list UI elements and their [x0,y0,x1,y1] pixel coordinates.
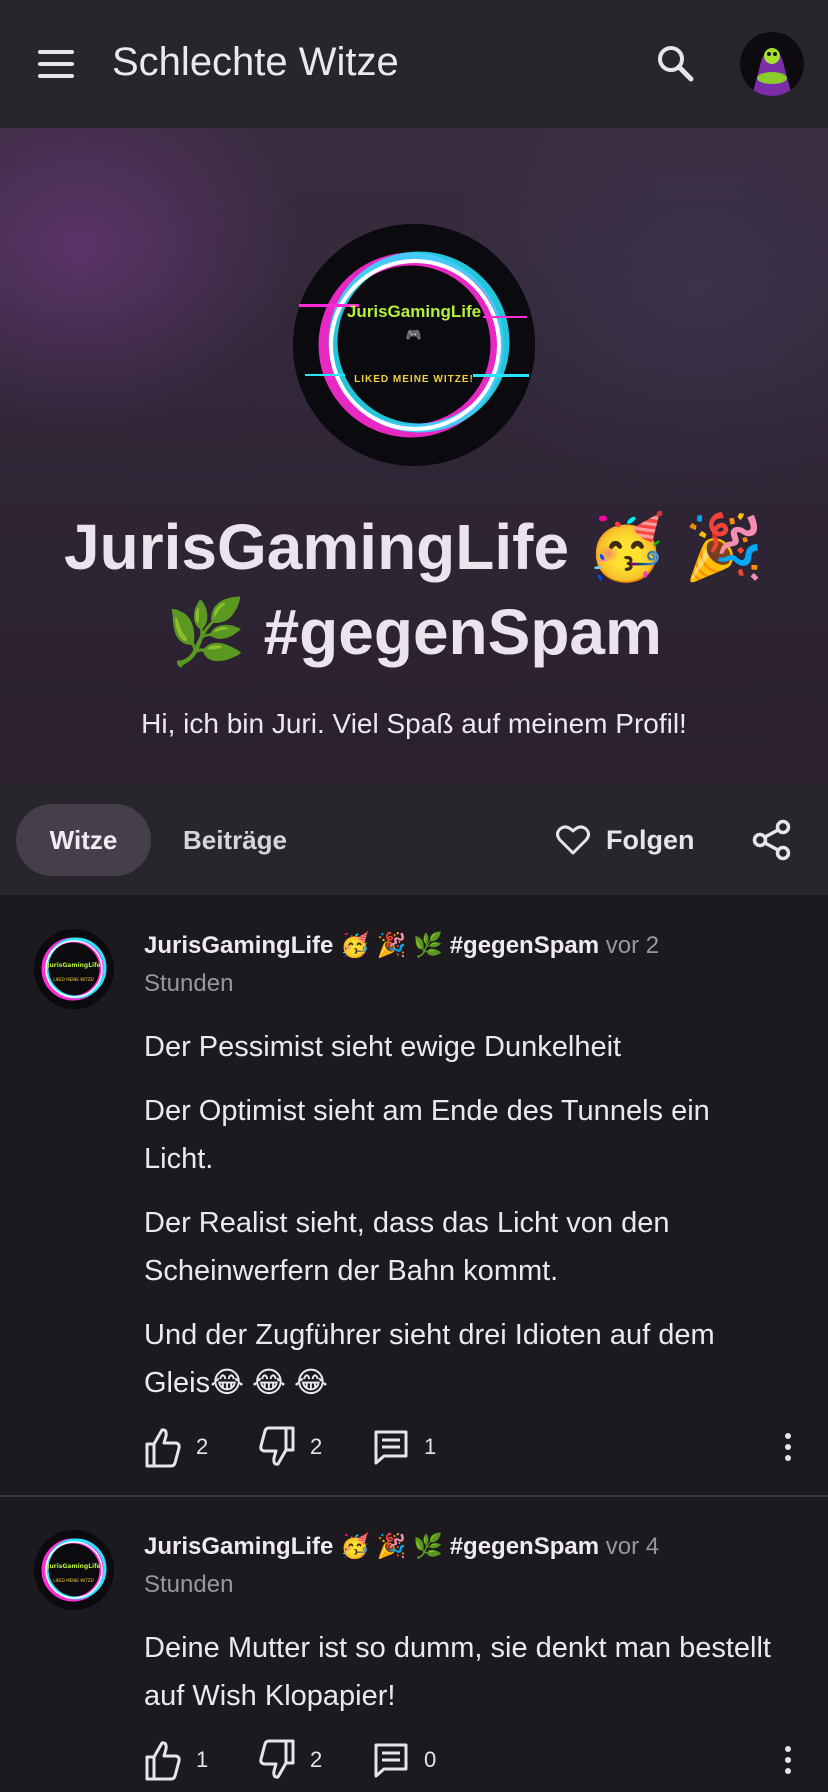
app-title: Schlechte Witze [112,40,399,84]
gamepad-icon: 🎮 [405,327,423,342]
post-paragraph: Und der Zugführer sieht drei Idioten auf… [144,1319,715,1399]
profile-bio: Hi, ich bin Juri. Viel Spaß auf meinem P… [141,708,687,739]
comment-button[interactable]: 1 [372,1422,442,1472]
profile-header: JurisGamingLife 🎮 LIKED MEINE WITZE! Jur… [0,128,828,783]
post-actions: 1 2 0 [144,1735,804,1785]
share-icon[interactable] [750,818,794,862]
dislike-count: 2 [310,1434,323,1459]
post-paragraph: Der Pessimist sieht ewige Dunkelheit [144,1031,622,1063]
follow-label: Folgen [606,825,695,855]
post-author[interactable]: JurisGamingLife 🥳 🎉 🌿 #gegenSpam [144,1533,599,1560]
dislike-button[interactable]: 2 [258,1735,328,1785]
like-count: 1 [196,1747,209,1772]
post-author-avatar[interactable]: JurisGamingLife LIKED MEINE WITZE! [34,1530,114,1610]
follow-button[interactable]: Folgen [550,804,710,876]
profile-logo: JurisGamingLife 🎮 LIKED MEINE WITZE! [293,224,535,466]
post-paragraph: Der Realist sieht, dass das Licht von de… [144,1207,670,1287]
post-card: JurisGamingLife LIKED MEINE WITZE! Juris… [0,895,828,1495]
hamburger-menu-icon[interactable] [36,44,76,84]
comment-count: 0 [424,1747,437,1772]
like-button[interactable]: 1 [144,1735,214,1785]
profile-tabbar: Witze Beiträge Folgen [0,783,828,895]
profile-name: JurisGamingLife 🥳 🎉 🌿 #gegenSpam [64,511,764,668]
comment-count: 1 [424,1434,437,1459]
search-icon[interactable] [654,42,698,86]
post-paragraph: Deine Mutter ist so dumm, sie denkt man … [144,1632,771,1712]
thumbs-up-icon [144,1428,182,1476]
thumbs-up-icon [144,1741,182,1789]
logo-text: JurisGamingLife [346,302,482,321]
like-button[interactable]: 2 [144,1422,214,1472]
post-author[interactable]: JurisGamingLife 🥳 🎉 🌿 #gegenSpam [144,932,599,959]
dislike-count: 2 [310,1747,323,1772]
thumbs-down-icon [258,1426,296,1476]
svg-text:LIKED MEINE WITZE!: LIKED MEINE WITZE! [53,1578,94,1583]
user-avatar[interactable] [740,32,804,96]
post-paragraph: Der Optimist sieht am Ende des Tunnels e… [144,1095,710,1175]
dislike-button[interactable]: 2 [258,1422,328,1472]
post-body: Der Pessimist sieht ewige Dunkelheit Der… [144,1023,784,1423]
thumbs-down-icon [258,1739,296,1789]
post-author-avatar[interactable]: JurisGamingLife LIKED MEINE WITZE! [34,929,114,1009]
tab-beitraege[interactable]: Beiträge [170,804,300,876]
logo-tagline: LIKED MEINE WITZE! [354,374,474,385]
app-bar: Schlechte Witze [0,0,828,128]
post-card: JurisGamingLife LIKED MEINE WITZE! Juris… [0,1497,828,1792]
comment-icon [372,1743,410,1789]
post-body: Deine Mutter ist so dumm, sie denkt man … [144,1624,784,1736]
more-options-icon[interactable] [770,1422,806,1472]
more-options-icon[interactable] [770,1735,806,1785]
comment-button[interactable]: 0 [372,1735,442,1785]
heart-outline-icon [556,824,590,861]
post-meta: JurisGamingLife 🥳 🎉 🌿 #gegenSpam vor 4 S… [144,1528,744,1604]
post-actions: 2 2 1 [144,1422,804,1472]
comment-icon [372,1430,410,1476]
tab-witze[interactable]: Witze [16,804,151,876]
like-count: 2 [196,1434,209,1459]
post-meta: JurisGamingLife 🥳 🎉 🌿 #gegenSpam vor 2 S… [144,927,744,1003]
svg-text:JurisGamingLife: JurisGamingLife [46,962,101,969]
svg-text:LIKED MEINE WITZE!: LIKED MEINE WITZE! [53,977,94,982]
svg-text:JurisGamingLife: JurisGamingLife [46,1563,101,1570]
